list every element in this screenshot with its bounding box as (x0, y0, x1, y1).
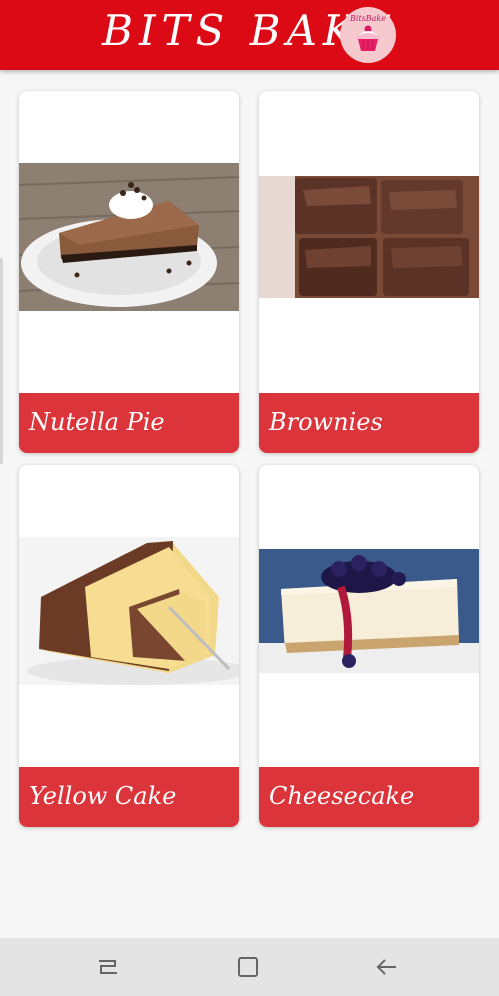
recent-apps-icon (99, 960, 117, 974)
cupcake-icon (356, 25, 380, 51)
brownies-image (259, 176, 479, 298)
nutella-pie-image (19, 163, 239, 311)
bitsbake-logo: BitsBake (340, 7, 396, 63)
cake-name: Yellow Cake (29, 782, 177, 810)
cheesecake-image (259, 549, 479, 673)
cake-name: Brownies (269, 408, 383, 436)
cake-card-cheesecake[interactable]: Cheesecake (259, 465, 479, 827)
home-button[interactable] (233, 952, 263, 982)
yellow-cake-image (19, 537, 239, 685)
cake-card-brownies[interactable]: Brownies (259, 91, 479, 453)
card-caption: Yellow Cake (19, 767, 239, 827)
cake-name: Nutella Pie (29, 408, 165, 436)
back-button[interactable] (372, 952, 402, 982)
cake-name: Cheesecake (269, 782, 415, 810)
app-bar: BITS BAKE BitsBake (0, 0, 499, 70)
card-caption: Cheesecake (259, 767, 479, 827)
back-icon (376, 959, 396, 975)
system-nav-bar (0, 938, 499, 996)
recent-apps-button[interactable] (93, 952, 123, 982)
card-caption: Brownies (259, 393, 479, 453)
cake-card-yellow-cake[interactable]: Yellow Cake (19, 465, 239, 827)
edge-panel-handle[interactable] (0, 258, 3, 464)
app-title: BITS BAKE (102, 6, 397, 55)
home-icon (238, 957, 258, 977)
card-caption: Nutella Pie (19, 393, 239, 453)
cake-card-nutella-pie[interactable]: Nutella Pie (19, 91, 239, 453)
